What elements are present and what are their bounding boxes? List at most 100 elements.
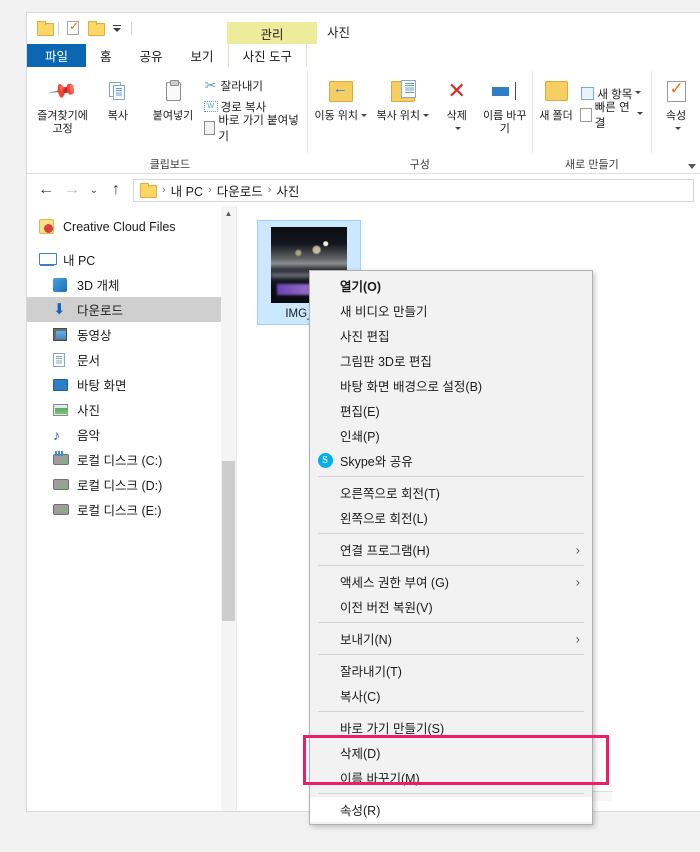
sidebar-item-label: 사진 [77, 404, 101, 418]
menu-item-open[interactable]: 열기(O) [310, 273, 592, 298]
sidebar-item-label: 로컬 디스크 (C:) [77, 454, 163, 468]
menu-item-open-with[interactable]: 연결 프로그램(H) › [310, 537, 592, 562]
cut-button[interactable]: ✂ 잘라내기 [201, 75, 305, 96]
menu-item-restore-previous-versions[interactable]: 이전 버전 복원(V) [310, 594, 592, 619]
chevron-down-icon[interactable] [455, 126, 462, 130]
tab-picture-tools[interactable]: 사진 도구 [227, 44, 308, 67]
chevron-down-icon[interactable] [637, 112, 644, 115]
menu-item-print[interactable]: 인쇄(P) [310, 423, 592, 448]
scroll-up-icon[interactable]: ▲ [221, 206, 236, 221]
copy-path-icon: W [201, 101, 221, 112]
move-to-button[interactable]: 이동 위치 [310, 73, 372, 123]
chevron-down-icon[interactable] [674, 126, 681, 130]
sidebar-item-pictures[interactable]: 사진 [27, 397, 236, 422]
sidebar-item-music[interactable]: ♪ 음악 [27, 422, 236, 447]
properties-button-label: 속성 [666, 110, 686, 135]
scrollbar-thumb[interactable] [222, 461, 235, 621]
menu-separator [318, 654, 584, 655]
new-folder-button-label: 새 폴더 [539, 110, 573, 122]
tab-file[interactable]: 파일 [27, 44, 87, 67]
breadcrumb-item-2[interactable]: 사진 [276, 181, 299, 200]
music-icon: ♪ [53, 426, 60, 443]
qat-folder-icon[interactable] [33, 17, 55, 39]
sidebar-item-label: 다운로드 [77, 304, 124, 318]
chevron-down-icon[interactable] [635, 91, 642, 94]
sidebar-item-creative-cloud-files[interactable]: Creative Cloud Files [27, 214, 236, 239]
breadcrumb-item-1[interactable]: 다운로드 [217, 181, 263, 200]
pin-to-quick-access-button[interactable]: 📌 즐겨찾기에 고정 [35, 73, 90, 135]
qat-customize-dropdown-icon[interactable] [106, 17, 128, 39]
quick-access-button-label: 빠른 연결 [594, 101, 630, 130]
menu-item-edit-with-paint-3d[interactable]: 그림판 3D로 편집 [310, 348, 592, 373]
sidebar-item-local-disk-d[interactable]: 로컬 디스크 (D:) [27, 472, 236, 497]
qat-new-folder-icon[interactable] [84, 17, 106, 39]
copy-button[interactable]: 복사 [90, 73, 145, 123]
sidebar-item-desktop[interactable]: 바탕 화면 [27, 372, 236, 397]
ribbon-expand-icon[interactable] [688, 164, 696, 169]
skype-icon: S [317, 453, 333, 469]
menu-item-delete[interactable]: 삭제(D) [310, 740, 592, 765]
back-button[interactable]: ← [33, 178, 59, 202]
delete-button[interactable]: ✕ 삭제 [434, 73, 480, 135]
sidebar-item-documents[interactable]: 문서 [27, 347, 236, 372]
drive-icon [53, 504, 77, 515]
quick-access-button[interactable]: 빠른 연결 [577, 102, 649, 130]
sidebar-item-3d-objects[interactable]: 3D 개체 [27, 272, 236, 297]
menu-item-copy[interactable]: 복사(C) [310, 683, 592, 708]
context-menu[interactable]: 열기(O) 새 비디오 만들기 사진 편집 그림판 3D로 편집 바탕 화면 배… [309, 270, 593, 825]
up-button[interactable]: ↑ [103, 178, 129, 202]
contextual-tab-photo[interactable]: 사진 [327, 22, 350, 41]
sidebar-item-downloads[interactable]: ⬇ 다운로드 [27, 297, 236, 322]
chevron-right-icon: › [575, 574, 580, 589]
qat-properties-icon[interactable] [62, 17, 84, 39]
paste-button-label: 붙여넣기 [152, 110, 194, 122]
rename-button[interactable]: 이름 바꾸기 [480, 73, 530, 135]
address-bar: ← → ⌄ ↑ › 내 PC › 다운로드 › 사진 [27, 174, 700, 206]
menu-item-rename[interactable]: 이름 바꾸기(M) [310, 765, 592, 790]
new-folder-button[interactable]: 새 폴더 [535, 73, 578, 123]
menu-item-cut[interactable]: 잘라내기(T) [310, 658, 592, 683]
sidebar-item-local-disk-e[interactable]: 로컬 디스크 (E:) [27, 497, 236, 522]
breadcrumb-item-0[interactable]: 내 PC [171, 181, 203, 200]
recent-locations-button[interactable]: ⌄ [85, 178, 103, 202]
forward-button[interactable]: → [59, 178, 85, 202]
tab-view[interactable]: 보기 [177, 44, 228, 67]
menu-item-give-access-to[interactable]: 액세스 권한 부여 (G) › [310, 569, 592, 594]
menu-item-rotate-right[interactable]: 오른쪽으로 회전(T) [310, 480, 592, 505]
menu-item-edit[interactable]: 편집(E) [310, 398, 592, 423]
paste-button[interactable]: 붙여넣기 [145, 73, 200, 123]
menu-item-create-shortcut[interactable]: 바로 가기 만들기(S) [310, 715, 592, 740]
ribbon-group-organize: 이동 위치 복사 위치 ✕ 삭제 [308, 67, 532, 173]
tab-home[interactable]: 홈 [86, 44, 126, 67]
sidebar-item-this-pc[interactable]: 내 PC [27, 247, 236, 272]
menu-item-share-with-skype[interactable]: S Skype와 공유 [310, 448, 592, 473]
delete-button-label: 삭제 [447, 110, 467, 135]
sidebar-item-local-disk-c[interactable]: 로컬 디스크 (C:) [27, 447, 236, 472]
paste-shortcut-button[interactable]: 바로 가기 붙여넣기 [201, 115, 305, 143]
menu-item-rotate-left[interactable]: 왼쪽으로 회전(L) [310, 505, 592, 530]
chevron-down-icon[interactable] [361, 114, 368, 117]
menu-item-send-to[interactable]: 보내기(N) › [310, 626, 592, 651]
tab-share[interactable]: 공유 [126, 44, 177, 67]
chevron-down-icon[interactable] [423, 114, 430, 117]
quick-access-icon [577, 107, 594, 122]
sidebar-item-videos[interactable]: 동영상 [27, 322, 236, 347]
navigation-pane-scrollbar[interactable]: ▲ [221, 206, 236, 811]
breadcrumb-separator-0: › [162, 184, 166, 196]
qat-separator-2 [131, 21, 132, 35]
copy-to-button[interactable]: 복사 위치 [372, 73, 434, 123]
menu-item-create-new-video[interactable]: 새 비디오 만들기 [310, 298, 592, 323]
scissors-icon: ✂ [204, 77, 217, 93]
contextual-tab-manage[interactable]: 관리 [227, 22, 317, 44]
menu-item-set-as-desktop-background[interactable]: 바탕 화면 배경으로 설정(B) [310, 373, 592, 398]
pin-button-label: 즐겨찾기에 고정 [37, 110, 88, 135]
menu-item-edit-photo[interactable]: 사진 편집 [310, 323, 592, 348]
ribbon-group-clipboard: 📌 즐겨찾기에 고정 복사 붙여넣기 ✂ 잘라내기 W 경로 복사 바로 가기 … [27, 67, 307, 173]
breadcrumb[interactable]: › 내 PC › 다운로드 › 사진 [133, 178, 694, 202]
properties-button[interactable]: 속성 [654, 73, 698, 135]
menu-item-properties[interactable]: 속성(R) [310, 797, 592, 822]
copy-button-label: 복사 [107, 110, 128, 122]
move-to-text: 이동 위치 [314, 110, 359, 122]
navigation-pane: Creative Cloud Files 내 PC 3D 개체 ⬇ 다운로드 동… [27, 206, 237, 811]
qat-separator-1 [58, 21, 59, 35]
